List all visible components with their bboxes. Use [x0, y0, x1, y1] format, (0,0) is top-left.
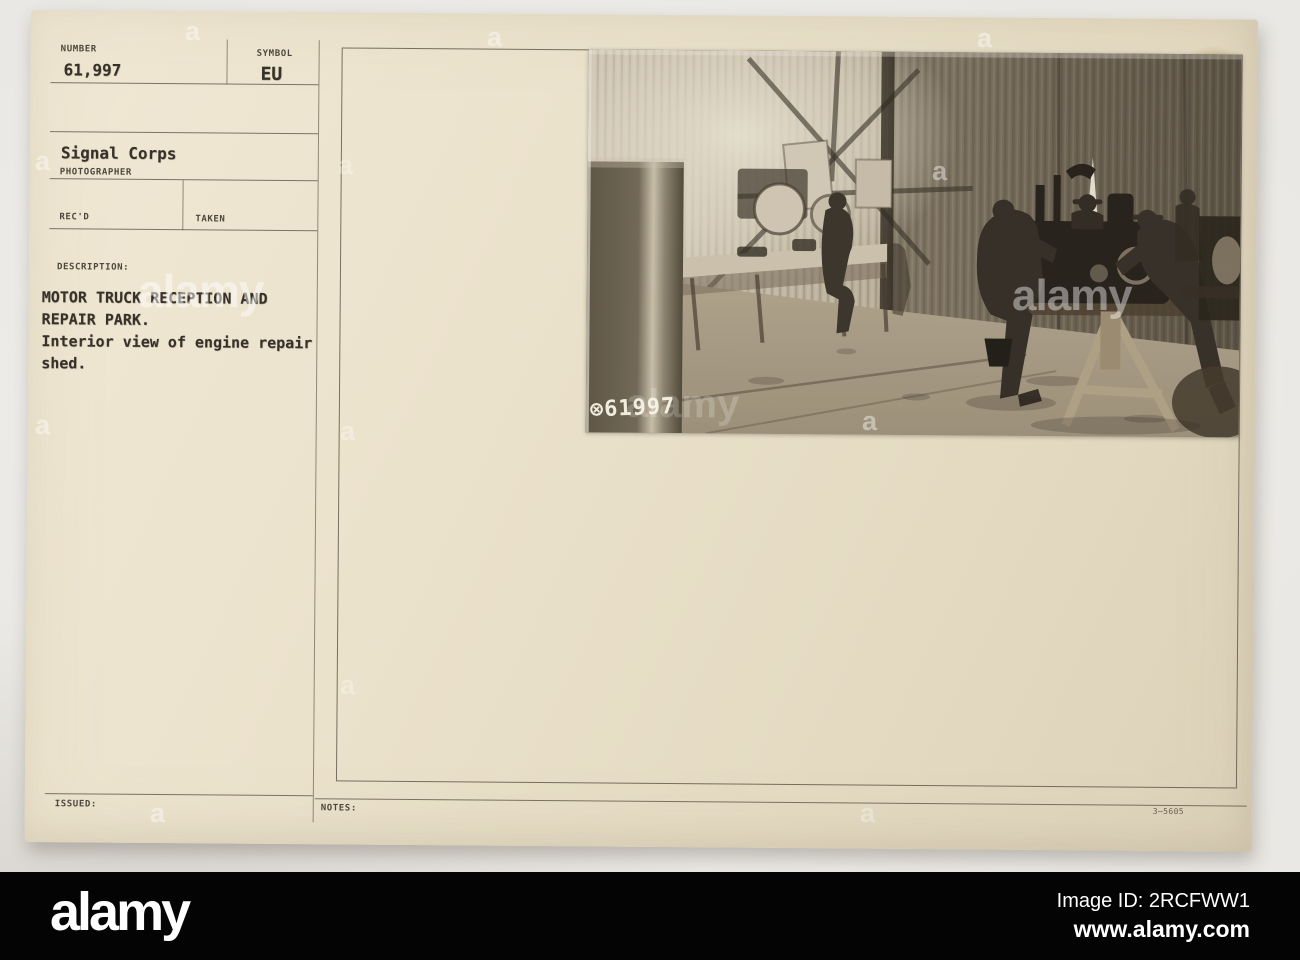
- print-code: 3—5605: [1152, 806, 1185, 817]
- number-value: 61,997: [63, 60, 122, 80]
- repair-shed-scene: [585, 49, 1242, 438]
- description-line: MOTOR TRUCK RECEPTION AND: [41, 288, 268, 308]
- description-text: MOTOR TRUCK RECEPTION AND REPAIR PARK. I…: [41, 288, 313, 378]
- photograph: alamy ⊗61997: [585, 49, 1242, 438]
- taken-label: TAKEN: [195, 214, 226, 225]
- recd-label: REC'D: [59, 212, 90, 223]
- image-id: Image ID: 2RCFWW1: [1056, 889, 1250, 912]
- divider-main-column: [312, 40, 320, 823]
- notes-label: NOTES:: [320, 803, 357, 814]
- description-line: REPAIR PARK.: [41, 310, 151, 329]
- photo-stamp: ⊗61997: [589, 393, 676, 423]
- number-label: NUMBER: [60, 44, 97, 55]
- symbol-label: SYMBOL: [256, 48, 293, 60]
- stock-photo-page: NUMBER 61,997 SYMBOL EU Signal Corps PHO…: [0, 0, 1300, 960]
- rule-above-photographer: [50, 131, 319, 135]
- description-line: Interior view of engine repair: [41, 332, 313, 353]
- description-line: shed.: [41, 354, 87, 373]
- alamy-watermark-bar: alamy Image ID: 2RCFWW1 www.alamy.com: [0, 872, 1300, 960]
- divider-recd-taken: [182, 180, 184, 231]
- image-credit-block: Image ID: 2RCFWW1 www.alamy.com: [1057, 890, 1250, 943]
- divider-number-symbol: [226, 39, 228, 85]
- issued-label: ISSUED:: [54, 799, 97, 810]
- alamy-url: www.alamy.com: [1073, 915, 1250, 942]
- alamy-logo: alamy: [50, 882, 191, 942]
- rule-above-notes: [314, 798, 1247, 807]
- symbol-value: EU: [260, 63, 283, 85]
- photographer-label: PHOTOGRAPHER: [59, 167, 132, 178]
- rule-under-recd: [49, 228, 318, 232]
- description-label: DESCRIPTION:: [56, 262, 130, 273]
- photographer-value: Signal Corps: [60, 143, 177, 164]
- photo-caption-card: NUMBER 61,997 SYMBOL EU Signal Corps PHO…: [24, 10, 1258, 852]
- rule-above-issued: [44, 793, 313, 797]
